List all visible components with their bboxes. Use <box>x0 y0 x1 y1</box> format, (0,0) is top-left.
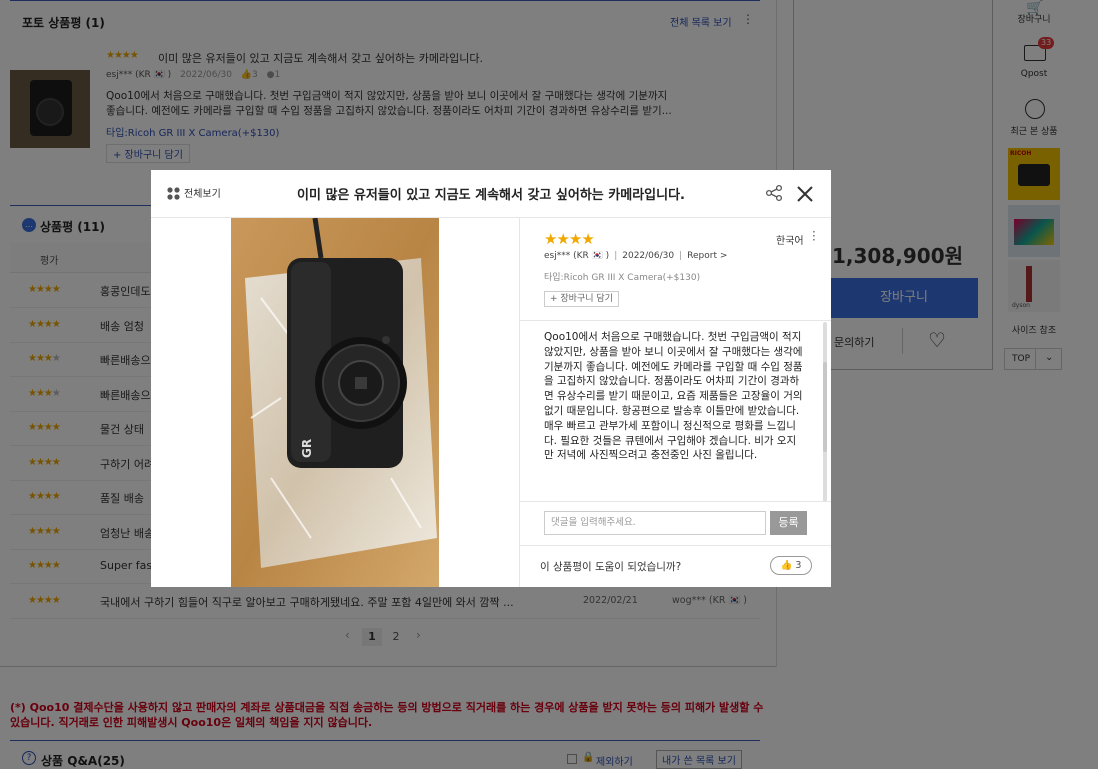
divider <box>520 501 831 502</box>
add-to-cart-button[interactable]: + 장바구니 담기 <box>544 291 619 307</box>
report-link[interactable]: Report > <box>687 251 727 261</box>
like-count: 3 <box>795 560 802 571</box>
divider <box>520 320 831 321</box>
review-option-type: 타입:Ricoh GR III X Camera(+$130) <box>544 273 701 283</box>
review-body: Qoo10에서 처음으로 구매했습니다. 첫번 구입금액이 적지 않았지만, 상… <box>544 331 803 462</box>
review-detail-panel: ★★★★ 한국어 · · · esj*** (KR 🇰🇷 ) | 2022/06/30 |… <box>519 218 831 587</box>
share-icon[interactable] <box>765 184 783 202</box>
review-stars: ★★★★ <box>544 230 595 248</box>
camera-brand-text: GR <box>300 439 314 458</box>
review-author: esj*** (KR 🇰🇷 ) <box>544 251 610 261</box>
more-options-icon[interactable]: · · · <box>812 226 816 246</box>
comment-input[interactable]: 댓글을 입력해주세요. <box>544 511 766 535</box>
review-meta: esj*** (KR 🇰🇷 ) | 2022/06/30 | Report > <box>544 251 728 261</box>
review-detail-modal: 전체보기 이미 많은 유저들이 있고 지금도 계속해서 갖고 싶어하는 카메라입… <box>151 170 831 587</box>
comment-submit-button[interactable]: 등록 <box>770 511 807 535</box>
language-selector[interactable]: 한국어 <box>776 232 804 247</box>
modal-title: 이미 많은 유저들이 있고 지금도 계속해서 갖고 싶어하는 카메라입니다. <box>297 188 685 203</box>
divider <box>520 545 831 546</box>
photo-area: GR <box>151 218 519 587</box>
helpful-question: 이 상품평이 도움이 되었습니까? <box>540 561 682 573</box>
close-icon[interactable] <box>795 184 815 204</box>
review-date: 2022/06/30 <box>622 251 675 261</box>
like-button[interactable]: 👍 3 <box>770 556 812 575</box>
review-photo[interactable]: GR <box>231 218 439 587</box>
thumbs-up-icon: 👍 <box>780 560 793 571</box>
scrollbar-thumb[interactable] <box>823 362 827 452</box>
modal-header: 전체보기 이미 많은 유저들이 있고 지금도 계속해서 갖고 싶어하는 카메라입… <box>151 170 831 218</box>
review-scrollbar[interactable] <box>823 322 827 502</box>
